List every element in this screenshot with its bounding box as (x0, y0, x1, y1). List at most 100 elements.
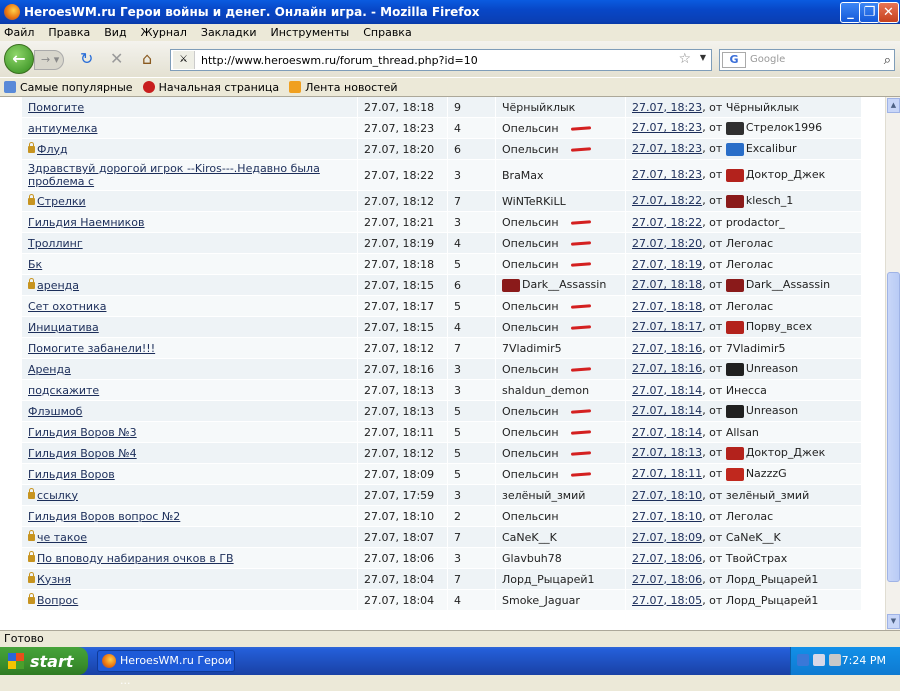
home-icon[interactable]: ⌂ (142, 51, 152, 67)
last-post-link[interactable]: 27.07, 18:22 (632, 194, 702, 207)
volume-icon[interactable] (829, 654, 841, 666)
thread-author-cell: Лорд_Рыцарей1 (496, 569, 626, 590)
thread-link[interactable]: Гильдия Воров вопрос №2 (28, 510, 180, 523)
thread-post-count: 7 (448, 569, 496, 590)
lock-icon (28, 592, 35, 604)
thread-link[interactable]: Троллинг (28, 237, 83, 250)
start-button[interactable]: start (0, 647, 88, 675)
last-post-link[interactable]: 27.07, 18:10 (632, 489, 702, 502)
last-post-link[interactable]: 27.07, 18:23 (632, 142, 702, 155)
last-post-link[interactable]: 27.07, 18:06 (632, 573, 702, 586)
last-post-cell: 27.07, 18:10, от зелёный_змий (626, 485, 862, 506)
last-post-link[interactable]: 27.07, 18:13 (632, 446, 702, 459)
google-engine-icon[interactable]: G (722, 52, 746, 68)
thread-link[interactable]: Бк (28, 258, 42, 271)
back-button[interactable]: ← (4, 44, 34, 74)
menu-edit[interactable]: Правка (48, 26, 90, 39)
thread-link[interactable]: Аренда (28, 363, 71, 376)
network-icon[interactable] (797, 654, 809, 666)
author-mark-icon (570, 472, 591, 477)
bookmark-news-feed[interactable]: Лента новостей (289, 81, 398, 94)
thread-link[interactable]: Кузня (37, 573, 71, 586)
thread-link[interactable]: Гильдия Наемников (28, 216, 145, 229)
last-post-link[interactable]: 27.07, 18:10 (632, 510, 702, 523)
last-post-link[interactable]: 27.07, 18:23 (632, 168, 702, 181)
thread-link[interactable]: Вопрос (37, 594, 78, 607)
thread-link[interactable]: Здравствуй дорогой игрок --Kiros---.Неда… (28, 162, 320, 188)
scroll-up-icon[interactable]: ▲ (887, 98, 900, 113)
menu-tools[interactable]: Инструменты (271, 26, 350, 39)
window-titlebar: HeroesWM.ru Герои войны и денег. Онлайн … (0, 0, 900, 24)
last-post-link[interactable]: 27.07, 18:23 (632, 121, 702, 134)
thread-link[interactable]: По вповоду набирания очков в ГВ (37, 552, 234, 565)
search-icon[interactable]: ⌕ (884, 51, 891, 71)
last-post-link[interactable]: 27.07, 18:11 (632, 467, 702, 480)
thread-post-count: 5 (448, 401, 496, 422)
url-dropdown-icon[interactable]: ▼ (700, 53, 706, 62)
last-post-link[interactable]: 27.07, 18:14 (632, 404, 702, 417)
thread-author: Лорд_Рыцарей1 (502, 572, 595, 586)
thread-link[interactable]: Гильдия Воров №4 (28, 447, 137, 460)
thread-link[interactable]: антиумелка (28, 122, 97, 135)
thread-link[interactable]: че такое (37, 531, 87, 544)
last-post-link[interactable]: 27.07, 18:14 (632, 426, 702, 439)
scroll-thumb[interactable] (887, 272, 900, 582)
close-button[interactable]: ✕ (878, 2, 899, 23)
thread-author: Smoke_Jaguar (502, 593, 580, 607)
stop-icon[interactable]: ✕ (110, 51, 123, 67)
thread-link[interactable]: Помогите (28, 101, 84, 114)
address-bar[interactable]: ⚔ http://www.heroeswm.ru/forum_thread.ph… (170, 49, 712, 71)
table-row: Сет охотника 27.07, 18:17 5 Опельсин 27.07, … (22, 296, 862, 317)
reload-icon[interactable]: ↻ (80, 51, 93, 67)
taskbar-item-firefox[interactable]: HeroesWM.ru Герои ... (97, 650, 235, 687)
thread-link[interactable]: Гильдия Воров (28, 468, 115, 481)
last-post-link[interactable]: 27.07, 18:18 (632, 300, 702, 313)
bookmark-star-icon[interactable]: ☆ (678, 51, 691, 67)
thread-date: 27.07, 18:18 (358, 97, 448, 118)
thread-link[interactable]: ссылку (37, 489, 78, 502)
thread-link[interactable]: Флэшмоб (28, 405, 82, 418)
last-post-link[interactable]: 27.07, 18:20 (632, 237, 702, 250)
menu-view[interactable]: Вид (104, 26, 126, 39)
table-row: Вопрос 27.07, 18:04 4 Smoke_Jaguar 27.07, 18… (22, 590, 862, 611)
language-icon[interactable] (813, 654, 825, 666)
thread-link[interactable]: Помогите забанели!!! (28, 342, 155, 355)
thread-link[interactable]: Инициатива (28, 321, 99, 334)
bookmark-most-visited[interactable]: Самые популярные (4, 81, 133, 94)
last-post-cell: 27.07, 18:06, от ТвойСтрах (626, 548, 862, 569)
last-post-link[interactable]: 27.07, 18:16 (632, 362, 702, 375)
thread-title-cell: Аренда (22, 359, 358, 380)
last-post-link[interactable]: 27.07, 18:09 (632, 531, 702, 544)
last-post-link[interactable]: 27.07, 18:23 (632, 101, 702, 114)
scroll-down-icon[interactable]: ▼ (887, 614, 900, 629)
thread-link[interactable]: подскажите (28, 384, 99, 397)
vertical-scrollbar[interactable]: ▲ ▼ (885, 97, 900, 630)
thread-link[interactable]: аренда (37, 279, 79, 292)
thread-link[interactable]: Стрелки (37, 195, 86, 208)
last-post-link[interactable]: 27.07, 18:22 (632, 216, 702, 229)
maximize-button[interactable]: ❐ (859, 2, 880, 23)
menu-bookmarks[interactable]: Закладки (201, 26, 257, 39)
minimize-button[interactable]: _ (840, 2, 861, 23)
thread-date: 27.07, 18:10 (358, 506, 448, 527)
clan-icon (725, 278, 744, 292)
last-post-link[interactable]: 27.07, 18:14 (632, 384, 702, 397)
last-post-link[interactable]: 27.07, 18:05 (632, 594, 702, 607)
thread-date: 27.07, 18:13 (358, 380, 448, 401)
menu-history[interactable]: Журнал (141, 26, 187, 39)
thread-link[interactable]: Флуд (37, 143, 68, 156)
thread-author: BraMax (502, 168, 544, 182)
thread-author: Опельсин (502, 215, 559, 229)
bookmark-start-page[interactable]: Начальная страница (142, 81, 279, 94)
forward-button[interactable]: → ▾ (34, 50, 64, 70)
search-input[interactable]: G Google ⌕ (719, 49, 895, 71)
last-post-link[interactable]: 27.07, 18:16 (632, 342, 702, 355)
last-post-link[interactable]: 27.07, 18:17 (632, 320, 702, 333)
last-post-link[interactable]: 27.07, 18:18 (632, 278, 702, 291)
last-post-link[interactable]: 27.07, 18:06 (632, 552, 702, 565)
thread-link[interactable]: Сет охотника (28, 300, 106, 313)
menu-help[interactable]: Справка (363, 26, 411, 39)
thread-link[interactable]: Гильдия Воров №3 (28, 426, 137, 439)
menu-file[interactable]: Файл (4, 26, 34, 39)
last-post-link[interactable]: 27.07, 18:19 (632, 258, 702, 271)
